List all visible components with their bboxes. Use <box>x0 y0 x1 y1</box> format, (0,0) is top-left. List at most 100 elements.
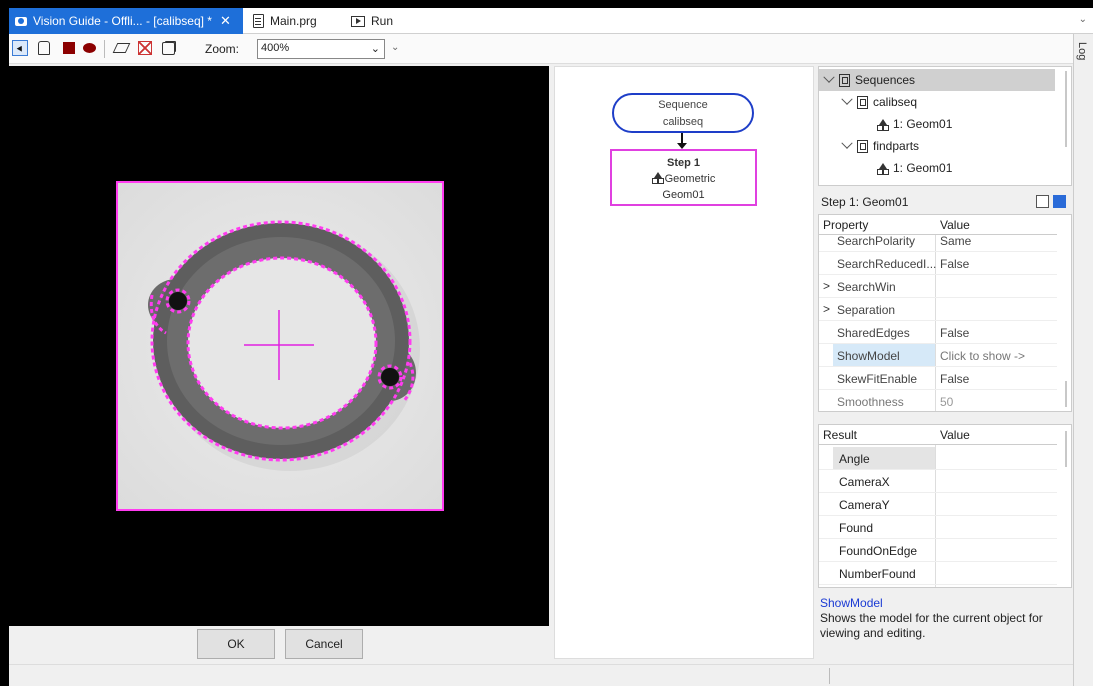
property-name: SearchWin <box>837 280 896 294</box>
description-text: Shows the model for the current object f… <box>820 611 1043 640</box>
sequence-node[interactable]: Sequence calibseq <box>612 93 754 133</box>
expand-chevron-icon[interactable]: > <box>823 279 830 293</box>
tab-main-prg[interactable]: Main.prg <box>247 8 343 34</box>
flow-arrow <box>677 133 687 149</box>
value-column-header: Value <box>940 428 970 442</box>
flowchart-panel: Sequence calibseq Step 1 Geometric Geom0… <box>554 66 814 659</box>
alphabetical-view-icon[interactable] <box>1053 195 1066 208</box>
expand-chevron-icon[interactable]: > <box>823 302 830 316</box>
property-value[interactable]: False <box>940 326 969 340</box>
result-grid-scrollbar[interactable] <box>1065 431 1067 467</box>
property-name: Separation <box>837 303 896 317</box>
result-grid: Result Value Angle CameraX CameraY Found… <box>818 424 1072 588</box>
property-name: SkewFitEnable <box>837 372 918 386</box>
part-image <box>118 183 442 509</box>
property-name: Smoothness <box>837 395 904 409</box>
status-divider <box>829 668 830 684</box>
sequence-tree: Sequences calibseq 1: Geom01 findparts 1… <box>818 66 1072 186</box>
property-name: ShowModel <box>837 349 900 363</box>
result-name: CameraY <box>839 498 890 512</box>
show-model-link[interactable]: Click to show -> <box>940 349 1025 363</box>
tree-item-calibseq[interactable]: calibseq <box>841 91 918 113</box>
camera-image[interactable] <box>116 181 444 511</box>
result-name: FoundOnEdge <box>839 544 918 558</box>
tab-run[interactable]: Run <box>345 8 415 34</box>
property-row[interactable]: SharedEdges False <box>819 321 1057 344</box>
property-row[interactable]: Smoothness 50 <box>819 390 1057 411</box>
dialog-button-row: OK Cancel <box>9 626 549 664</box>
pointer-tool-icon[interactable] <box>12 40 28 56</box>
chevron-down-icon[interactable] <box>841 137 853 149</box>
cancel-button[interactable]: Cancel <box>285 629 363 659</box>
status-bar <box>9 664 1073 686</box>
geometric-icon <box>651 172 664 184</box>
tree-item-findparts[interactable]: findparts <box>841 135 920 157</box>
result-column-header: Result <box>823 428 858 442</box>
property-row-selected[interactable]: ShowModel Click to show -> <box>819 344 1057 367</box>
property-value[interactable]: False <box>940 372 969 386</box>
result-row[interactable]: CameraX <box>819 470 1057 493</box>
tab-vision-guide-label: Vision Guide - Offli... - [calibseq] * <box>33 14 212 28</box>
toolbar-divider <box>104 40 105 58</box>
fit-view-icon[interactable] <box>160 40 176 56</box>
result-grid-header: Result Value <box>819 425 1057 445</box>
chevron-down-icon: ⌄ <box>370 43 380 55</box>
hand-tool-icon[interactable] <box>36 40 52 56</box>
sequences-icon <box>839 73 850 87</box>
property-grid: Property Value SearchPolarity Same Searc… <box>818 214 1072 412</box>
tree-item-sequences-label: Sequences <box>855 73 916 87</box>
log-label: Log <box>1076 42 1088 61</box>
property-row[interactable]: > Separation <box>819 298 1057 321</box>
chevron-down-icon[interactable] <box>841 93 853 105</box>
step-node[interactable]: Step 1 Geometric Geom01 <box>610 149 757 206</box>
result-name: Angle <box>839 452 870 466</box>
property-row[interactable]: SkewFitEnable False <box>819 367 1057 390</box>
delete-tool-icon[interactable] <box>137 40 153 56</box>
sequence-icon <box>857 139 868 153</box>
result-name: Found <box>839 521 874 535</box>
result-row[interactable]: Angle <box>819 447 1057 470</box>
result-row[interactable]: CameraY <box>819 493 1057 516</box>
rectangle-tool-icon[interactable] <box>61 40 77 56</box>
property-grid-scrollbar[interactable] <box>1065 381 1067 407</box>
property-row[interactable]: SearchPolarity Same <box>819 229 1057 252</box>
log-panel-strip[interactable]: Log <box>1073 34 1093 686</box>
tree-scrollbar[interactable] <box>1065 71 1067 147</box>
tree-item-geom01-label: 1: Geom01 <box>893 117 953 131</box>
result-row[interactable]: NumberFound <box>819 562 1057 585</box>
toolbar-overflow-icon[interactable]: ⌄ <box>391 42 399 53</box>
ok-button[interactable]: OK <box>197 629 275 659</box>
property-row[interactable]: > SearchWin <box>819 275 1057 298</box>
ellipse-tool-icon[interactable] <box>81 40 97 56</box>
step-node-type: Geometric <box>664 173 716 185</box>
property-value[interactable]: 50 <box>940 395 953 409</box>
property-value[interactable]: False <box>940 257 969 271</box>
property-row[interactable]: SearchReducedI... False <box>819 252 1057 275</box>
tab-overflow-chevron-icon[interactable]: ⌄ <box>1079 14 1087 25</box>
zoom-select[interactable]: 400% ⌄ <box>257 39 385 59</box>
tree-item-findparts-geom01[interactable]: 1: Geom01 <box>877 157 952 179</box>
tab-vision-guide[interactable]: Vision Guide - Offli... - [calibseq] * ✕ <box>9 8 243 34</box>
image-view-panel[interactable] <box>9 66 549 626</box>
tree-item-findparts-label: findparts <box>873 139 920 153</box>
tree-item-geom01-label: 1: Geom01 <box>893 161 953 175</box>
tab-bar: Vision Guide - Offli... - [calibseq] * ✕… <box>9 8 1093 34</box>
close-icon[interactable]: ✕ <box>220 13 231 29</box>
categorized-view-icon[interactable] <box>1036 195 1049 208</box>
geometric-icon <box>877 162 889 175</box>
tree-item-calibseq-geom01[interactable]: 1: Geom01 <box>877 113 952 135</box>
step-node-title: Step 1 <box>666 157 700 169</box>
result-row[interactable]: FoundOnEdge <box>819 539 1057 562</box>
property-value[interactable]: Same <box>940 234 971 248</box>
property-name: SharedEdges <box>837 326 910 340</box>
toolbar: Zoom: 400% ⌄ ⌄ <box>9 34 1091 64</box>
chevron-down-icon[interactable] <box>823 71 835 83</box>
tree-item-calibseq-label: calibseq <box>873 95 918 109</box>
result-row[interactable]: Found <box>819 516 1057 539</box>
result-name: CameraX <box>839 475 890 489</box>
zoom-value: 400% <box>261 42 290 54</box>
document-icon <box>253 14 264 28</box>
eraser-tool-icon[interactable] <box>113 40 129 56</box>
sequence-node-name: calibseq <box>662 116 704 128</box>
tree-item-sequences[interactable]: Sequences <box>819 69 1055 91</box>
